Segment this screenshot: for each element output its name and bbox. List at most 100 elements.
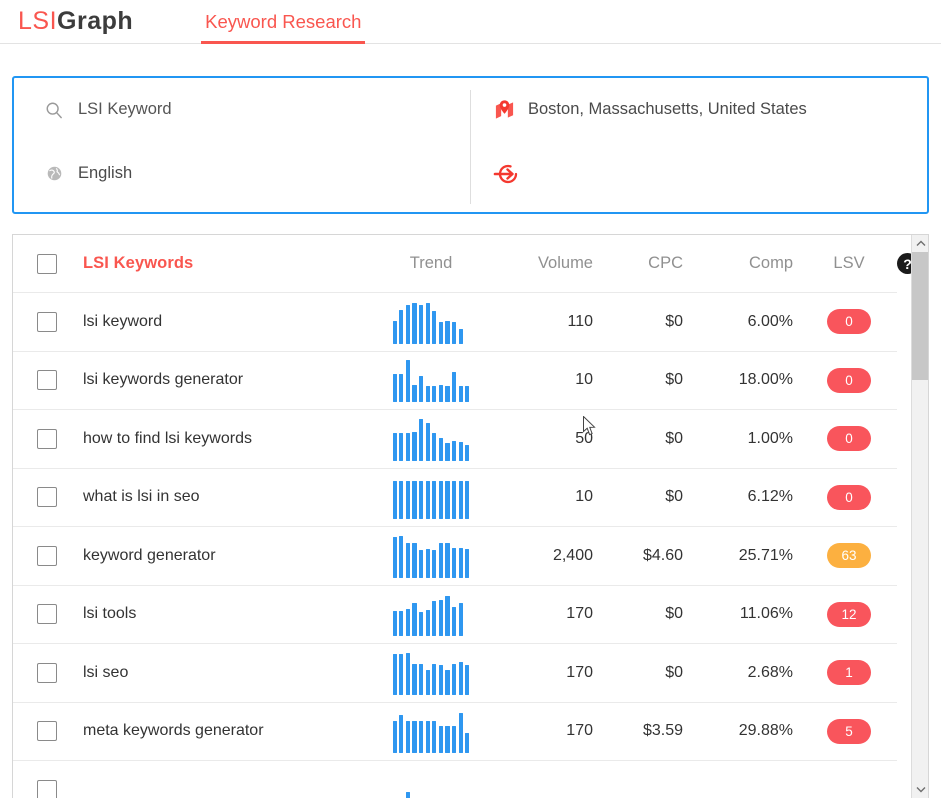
comp-text: 1.00% bbox=[747, 429, 793, 447]
trend-bar bbox=[392, 320, 397, 344]
trend-bar bbox=[445, 320, 450, 344]
lsv-cell: 1 bbox=[801, 660, 897, 686]
comp-cell: 29.88% bbox=[691, 722, 801, 740]
row-select-cell bbox=[13, 311, 81, 332]
keyword-cell[interactable]: lsi keywords generator bbox=[81, 371, 371, 389]
trend-bar bbox=[412, 480, 417, 520]
header-volume-cell[interactable]: Volume bbox=[491, 254, 601, 273]
submit-search-row[interactable] bbox=[470, 141, 927, 206]
keyword-cell[interactable]: how to find lsi keywords bbox=[81, 430, 371, 448]
keyword-cell[interactable]: what is lsi in seo bbox=[81, 488, 371, 506]
trend-bar bbox=[405, 432, 411, 461]
table-row[interactable]: lsi keywords generator 10 $0 18.00% 0 bbox=[13, 352, 897, 410]
row-checkbox[interactable] bbox=[37, 370, 57, 391]
lsv-badge[interactable]: 12 bbox=[827, 601, 871, 627]
location-selector-row[interactable]: Boston, Massachusetts, United States bbox=[470, 78, 927, 141]
trend-bar bbox=[425, 670, 430, 695]
table-row[interactable] bbox=[13, 761, 897, 798]
select-all-checkbox[interactable] bbox=[37, 253, 57, 274]
trend-bar bbox=[458, 602, 463, 637]
trend-bar bbox=[405, 305, 411, 344]
lsv-badge[interactable]: 63 bbox=[827, 543, 871, 569]
row-checkbox[interactable] bbox=[37, 604, 57, 625]
header-cpc-cell[interactable]: CPC bbox=[601, 254, 691, 273]
app-logo[interactable]: LSIGraph bbox=[18, 7, 133, 36]
scroll-up-button[interactable] bbox=[912, 235, 928, 252]
trend-bar bbox=[438, 480, 443, 520]
header-lsv-cell[interactable]: LSV bbox=[801, 254, 897, 273]
row-checkbox[interactable] bbox=[37, 545, 57, 566]
lsv-badge[interactable]: 0 bbox=[827, 426, 871, 452]
trend-bar bbox=[458, 662, 463, 695]
trend-bar bbox=[445, 670, 450, 695]
header-keywords-cell[interactable]: LSI Keywords bbox=[81, 254, 371, 273]
trend-bar bbox=[432, 601, 437, 637]
comp-text: 6.00% bbox=[747, 312, 793, 330]
trend-bar bbox=[419, 375, 424, 403]
sign-in-arrow-icon[interactable] bbox=[492, 159, 522, 189]
keyword-input-row[interactable]: LSI Keyword bbox=[14, 78, 470, 141]
lsv-badge[interactable]: 1 bbox=[827, 660, 871, 686]
trend-bar bbox=[399, 536, 404, 578]
trend-bar bbox=[399, 374, 404, 403]
cpc-text: $3.59 bbox=[642, 722, 683, 740]
table-row[interactable]: how to find lsi keywords 50 $0 1.00% 0 bbox=[13, 410, 897, 469]
cpc-text: $0 bbox=[665, 429, 683, 447]
language-selector-row[interactable]: English bbox=[14, 141, 470, 206]
scroll-down-button[interactable] bbox=[912, 781, 928, 798]
comp-cell: 6.00% bbox=[691, 313, 801, 331]
keyword-cell[interactable]: lsi keyword bbox=[81, 313, 371, 331]
trend-bar bbox=[432, 480, 437, 520]
table-scrollbar[interactable] bbox=[911, 235, 928, 798]
trend-cell bbox=[371, 417, 491, 461]
trend-bar bbox=[392, 374, 397, 403]
keyword-cell[interactable]: lsi seo bbox=[81, 664, 371, 682]
volume-cell: 170 bbox=[491, 722, 601, 740]
lsv-badge[interactable]: 5 bbox=[827, 718, 871, 744]
tab-keyword-research[interactable]: Keyword Research bbox=[201, 0, 366, 44]
volume-text: 170 bbox=[566, 663, 593, 681]
volume-cell: 170 bbox=[491, 605, 601, 623]
row-select-cell bbox=[13, 779, 81, 798]
lsv-badge[interactable]: 0 bbox=[827, 309, 871, 335]
cpc-text: $0 bbox=[665, 605, 683, 623]
row-checkbox[interactable] bbox=[37, 721, 57, 742]
comp-cell: 25.71% bbox=[691, 547, 801, 565]
table-row[interactable]: lsi keyword 110 $0 6.00% 0 bbox=[13, 293, 897, 352]
trend-bar bbox=[419, 720, 424, 754]
trend-bar bbox=[451, 725, 457, 754]
volume-cell: 110 bbox=[491, 313, 601, 331]
keyword-cell[interactable]: keyword generator bbox=[81, 547, 371, 565]
row-checkbox[interactable] bbox=[37, 779, 57, 798]
row-checkbox[interactable] bbox=[37, 311, 57, 332]
keyword-cell[interactable]: meta keywords generator bbox=[81, 722, 371, 740]
comp-text: 2.68% bbox=[747, 663, 793, 681]
map-pin-icon bbox=[492, 98, 516, 122]
lsv-badge[interactable]: 0 bbox=[827, 367, 871, 393]
table-row[interactable]: meta keywords generator 170 $3.59 29.88% 5 bbox=[13, 703, 897, 761]
trend-bar bbox=[425, 386, 430, 403]
header-trend-cell[interactable]: Trend bbox=[371, 254, 491, 273]
trend-bar bbox=[405, 542, 411, 578]
trend-bar bbox=[465, 548, 470, 578]
trend-sparkline bbox=[392, 534, 470, 578]
row-checkbox[interactable] bbox=[37, 487, 57, 508]
cpc-cell: $0 bbox=[601, 430, 691, 448]
trend-bar bbox=[451, 663, 457, 695]
volume-cell: 170 bbox=[491, 664, 601, 682]
header-comp-cell[interactable]: Comp bbox=[691, 254, 801, 273]
trend-bar bbox=[438, 437, 443, 461]
lsv-badge[interactable]: 0 bbox=[827, 484, 871, 510]
search-panel-right: Boston, Massachusetts, United States bbox=[470, 78, 927, 212]
trend-bar bbox=[399, 480, 404, 520]
table-row[interactable]: lsi tools 170 $0 11.06% 12 bbox=[13, 586, 897, 644]
keyword-cell[interactable]: lsi tools bbox=[81, 605, 371, 623]
scrollbar-thumb[interactable] bbox=[912, 252, 928, 380]
row-checkbox[interactable] bbox=[37, 428, 57, 449]
table-row[interactable]: lsi seo 170 $0 2.68% 1 bbox=[13, 644, 897, 703]
cpc-text: $0 bbox=[665, 312, 683, 330]
table-row[interactable]: what is lsi in seo 10 $0 6.12% 0 bbox=[13, 469, 897, 527]
trend-bar bbox=[438, 384, 443, 403]
row-checkbox[interactable] bbox=[37, 662, 57, 683]
table-row[interactable]: keyword generator 2,400 $4.60 25.71% 63 bbox=[13, 527, 897, 586]
